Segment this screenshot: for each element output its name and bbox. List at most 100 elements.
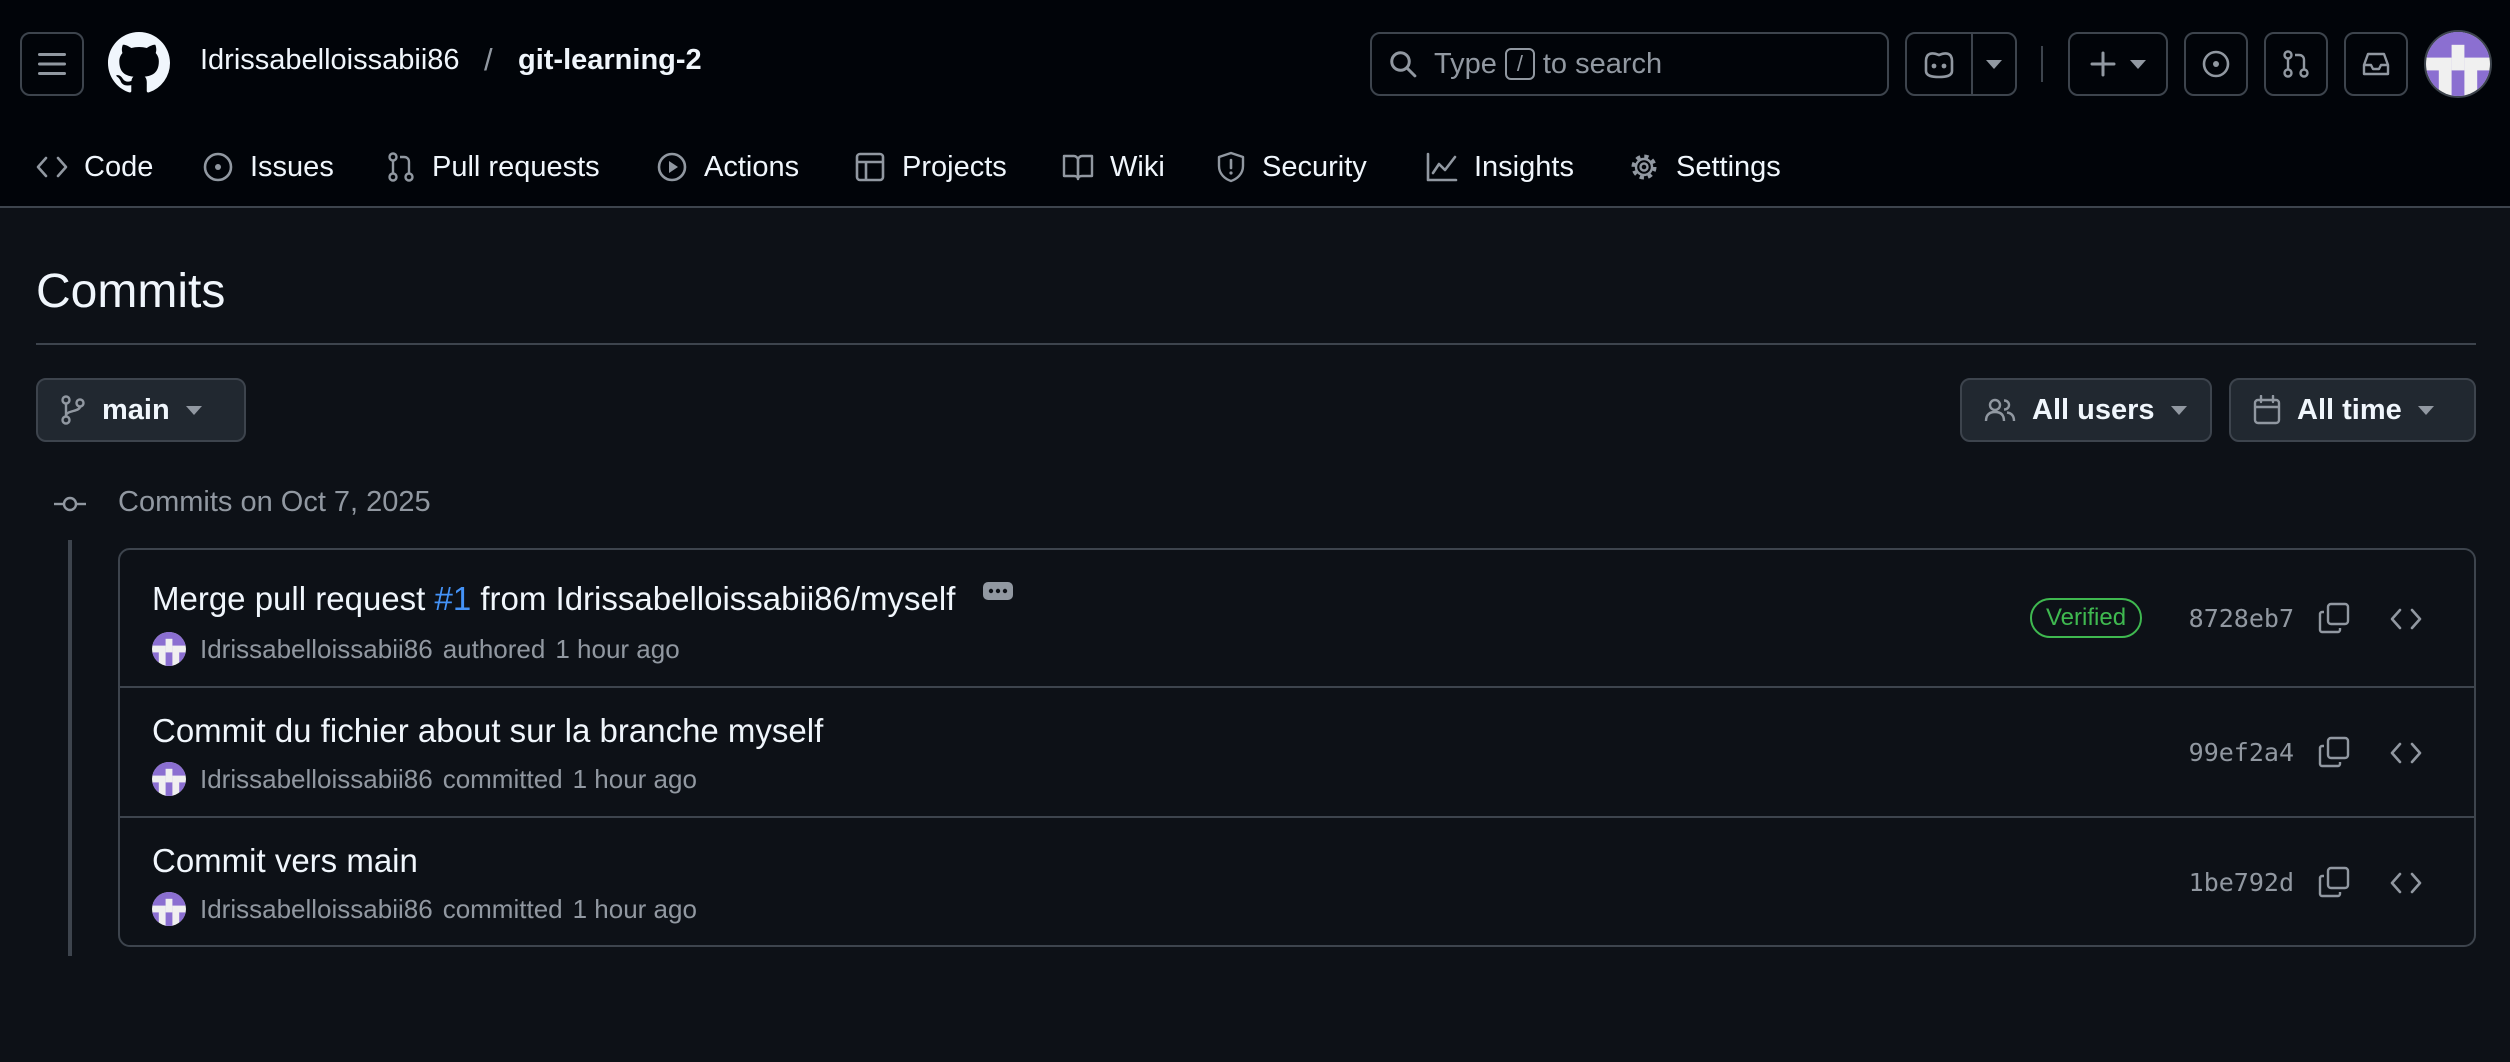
- commit-timeline-line: [68, 540, 72, 956]
- gear-icon: [1631, 154, 1657, 180]
- tab-code-label: Code: [84, 150, 154, 183]
- calendar-icon: [2253, 395, 2281, 425]
- search-placeholder-suffix: to search: [1542, 47, 1663, 80]
- top-bar: Idrissabelloissabii86 / git-learning-2 T…: [0, 0, 2510, 128]
- commit-time: 1 hour ago: [572, 893, 697, 924]
- search-shortcut-key: /: [1504, 48, 1535, 80]
- copilot-dropdown-button[interactable]: [1971, 32, 2017, 96]
- tab-wiki[interactable]: Wiki: [1062, 142, 1165, 192]
- commit-message-suffix: from Idrissabelloissabii86/myself: [471, 580, 956, 617]
- commit-message[interactable]: Commit vers main: [152, 842, 418, 880]
- code-icon: [36, 156, 68, 178]
- commit-message[interactable]: Merge pull request #1 from Idrissabelloi…: [152, 580, 1013, 618]
- hamburger-icon: [38, 53, 66, 75]
- code-icon: [2390, 608, 2422, 630]
- table-icon: [855, 152, 885, 182]
- breadcrumb-separator: /: [484, 42, 493, 77]
- code-icon: [2390, 872, 2422, 894]
- create-new-button[interactable]: [2068, 32, 2168, 96]
- verified-badge[interactable]: Verified: [2030, 598, 2143, 638]
- tab-security-label: Security: [1262, 150, 1367, 183]
- inbox-button[interactable]: [2344, 32, 2408, 96]
- issues-button[interactable]: [2184, 32, 2248, 96]
- tab-settings[interactable]: Settings: [1628, 142, 1781, 192]
- tab-issues-label: Issues: [250, 150, 334, 183]
- copilot-button[interactable]: [1905, 32, 1973, 96]
- commit-author-link[interactable]: Idrissabelloissabii86: [200, 894, 433, 925]
- tab-pull-requests-label: Pull requests: [432, 150, 600, 183]
- commit-time: 1 hour ago: [572, 763, 697, 794]
- commit-action: authored: [442, 633, 546, 664]
- tab-pull-requests[interactable]: Pull requests: [386, 142, 600, 192]
- tab-actions[interactable]: Actions: [656, 142, 799, 192]
- pull-request-icon: [388, 152, 414, 182]
- expand-message-button[interactable]: [982, 582, 1013, 601]
- copy-sha-button[interactable]: [2318, 602, 2350, 634]
- commit-row: Merge pull request #1 from Idrissabelloi…: [120, 550, 2474, 688]
- issue-icon: [203, 152, 233, 182]
- branch-select-label: main: [102, 393, 170, 426]
- repo-name-link[interactable]: git-learning-2: [518, 44, 702, 77]
- commit-row: Commit vers main Idrissabelloissabii86 c…: [120, 818, 2474, 945]
- commit-list: Merge pull request #1 from Idrissabelloi…: [118, 548, 2476, 947]
- tab-security[interactable]: Security: [1216, 142, 1367, 192]
- search-icon: [1390, 51, 1417, 78]
- branch-select-button[interactable]: main: [36, 378, 246, 442]
- menu-button[interactable]: [20, 32, 84, 96]
- tab-insights-label: Insights: [1474, 150, 1574, 183]
- github-logo-icon[interactable]: [108, 32, 170, 94]
- issue-icon: [2202, 50, 2230, 78]
- tab-code[interactable]: Code: [36, 142, 153, 192]
- time-filter-button[interactable]: All time: [2229, 378, 2476, 442]
- app-header: Idrissabelloissabii86 / git-learning-2 T…: [0, 0, 2510, 208]
- commit-group-heading: Commits on Oct 7, 2025: [118, 486, 431, 518]
- search-input[interactable]: Type / to search: [1370, 32, 1889, 96]
- copy-icon: [2318, 736, 2350, 768]
- users-filter-label: All users: [2032, 393, 2155, 426]
- commit-sha-link[interactable]: 1be792d: [2189, 868, 2294, 897]
- people-icon: [1984, 398, 2016, 422]
- tab-issues[interactable]: Issues: [202, 142, 334, 192]
- tab-actions-label: Actions: [704, 150, 800, 183]
- graph-icon: [1426, 152, 1458, 182]
- repo-owner-link[interactable]: Idrissabelloissabii86: [200, 44, 460, 77]
- commit-action: committed: [442, 893, 563, 924]
- copy-sha-button[interactable]: [2318, 736, 2350, 768]
- search-placeholder-prefix: Type: [1434, 47, 1497, 80]
- copy-icon: [2318, 602, 2350, 634]
- tab-projects-label: Projects: [902, 150, 1007, 183]
- commit-sha-link[interactable]: 8728eb7: [2189, 604, 2294, 633]
- chevron-down-icon: [2417, 405, 2434, 415]
- user-avatar[interactable]: [2424, 30, 2492, 98]
- git-commit-icon: [54, 491, 86, 517]
- commit-time: 1 hour ago: [555, 633, 680, 664]
- commit-author-link[interactable]: Idrissabelloissabii86: [200, 634, 433, 665]
- commit-sha-link[interactable]: 99ef2a4: [2189, 738, 2294, 767]
- avatar[interactable]: [152, 632, 186, 666]
- browse-files-button[interactable]: [2390, 606, 2422, 632]
- tab-insights[interactable]: Insights: [1426, 142, 1574, 192]
- copilot-icon: [1924, 52, 1954, 79]
- avatar[interactable]: [152, 892, 186, 926]
- shield-icon: [1217, 151, 1245, 183]
- browse-files-button[interactable]: [2390, 870, 2422, 896]
- pull-requests-button[interactable]: [2264, 32, 2328, 96]
- avatar[interactable]: [152, 762, 186, 796]
- copy-sha-button[interactable]: [2318, 866, 2350, 898]
- time-filter-label: All time: [2297, 393, 2402, 426]
- commit-author-link[interactable]: Idrissabelloissabii86: [200, 764, 433, 795]
- play-icon: [657, 152, 687, 182]
- users-filter-button[interactable]: All users: [1960, 378, 2212, 442]
- chevron-down-icon: [2130, 59, 2146, 69]
- tab-wiki-label: Wiki: [1110, 150, 1165, 183]
- pull-request-link[interactable]: #1: [434, 580, 471, 617]
- commit-meta: Idrissabelloissabii86 committed 1 hour a…: [152, 892, 697, 926]
- browse-files-button[interactable]: [2390, 740, 2422, 766]
- page-title: Commits: [36, 265, 226, 318]
- plus-icon: [2090, 51, 2116, 77]
- commit-message[interactable]: Commit du fichier about sur la branche m…: [152, 712, 823, 750]
- commit-meta: Idrissabelloissabii86 authored 1 hour ag…: [152, 632, 680, 666]
- title-divider: [36, 343, 2476, 345]
- tab-projects[interactable]: Projects: [854, 142, 1007, 192]
- repo-nav: Code Issues Pull requests Actions Projec…: [0, 128, 2510, 208]
